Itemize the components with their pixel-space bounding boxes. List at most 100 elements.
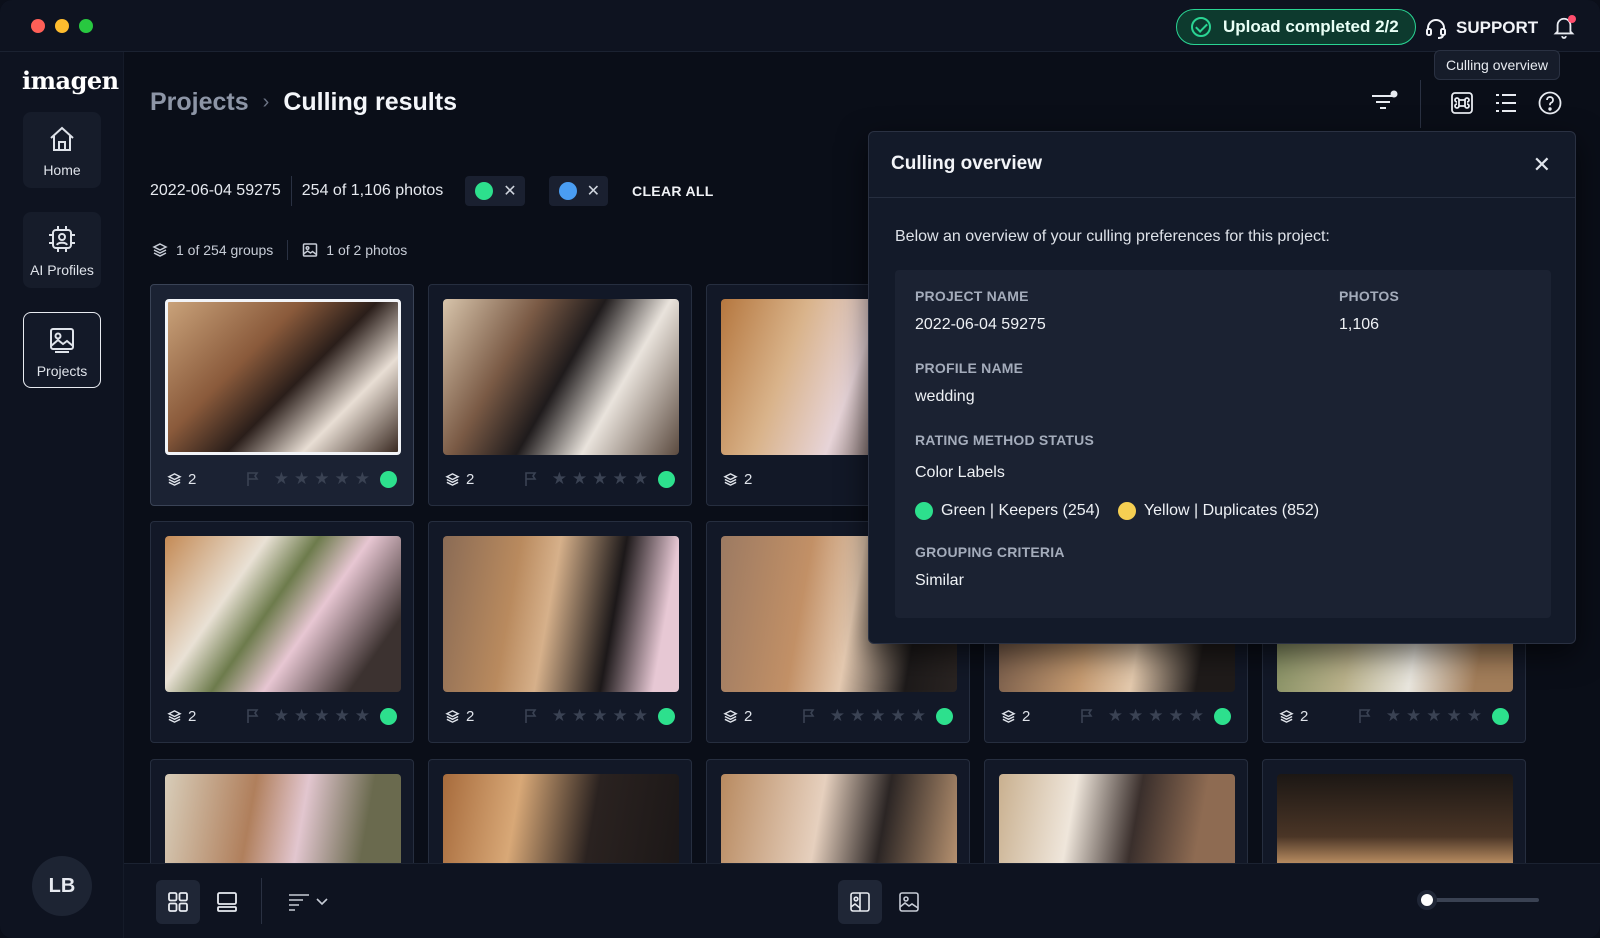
- star-icon[interactable]: ★: [552, 706, 567, 726]
- flag-icon[interactable]: [1079, 708, 1095, 724]
- single-view-icon: [217, 892, 237, 912]
- group-size: 2: [744, 470, 753, 488]
- star-icon[interactable]: ★: [314, 469, 329, 489]
- star-icon[interactable]: ★: [1406, 706, 1421, 726]
- star-icon[interactable]: ★: [830, 706, 845, 726]
- photo-thumbnail[interactable]: [165, 536, 401, 692]
- photo-thumbnail[interactable]: [443, 299, 679, 455]
- photo-card[interactable]: 2 ★ ★ ★ ★ ★: [150, 521, 414, 743]
- yellow-label-dot: [1117, 502, 1136, 520]
- star-icon[interactable]: ★: [891, 706, 906, 726]
- star-icon[interactable]: ★: [592, 706, 607, 726]
- group-size: 2: [744, 707, 753, 725]
- star-icon[interactable]: ★: [1426, 706, 1441, 726]
- card-footer: 2 ★ ★ ★ ★ ★: [723, 704, 953, 728]
- group-size: 2: [466, 470, 475, 488]
- loupe-view-button[interactable]: [205, 880, 249, 924]
- green-label-dot[interactable]: [1492, 707, 1509, 725]
- flag-icon[interactable]: [523, 708, 539, 724]
- star-icon[interactable]: ★: [911, 706, 926, 726]
- flag-icon[interactable]: [801, 708, 817, 724]
- single-photo-button[interactable]: [887, 880, 931, 924]
- star-icon[interactable]: ★: [613, 469, 628, 489]
- flag-icon[interactable]: [245, 708, 261, 724]
- star-icon[interactable]: ★: [294, 706, 309, 726]
- support-button[interactable]: SUPPORT: [1424, 16, 1538, 40]
- list-overview-icon[interactable]: [1494, 92, 1518, 114]
- group-size: 2: [466, 707, 475, 725]
- keyboard-shortcuts-icon[interactable]: [1451, 92, 1473, 114]
- breadcrumb-projects-link[interactable]: Projects: [150, 88, 249, 117]
- remove-filter-icon[interactable]: ✕: [587, 181, 600, 201]
- star-icon[interactable]: ★: [633, 469, 648, 489]
- green-label-dot[interactable]: [936, 707, 953, 725]
- card-footer: 2 ★ ★ ★ ★ ★: [445, 467, 675, 491]
- flag-icon[interactable]: [523, 471, 539, 487]
- star-icon[interactable]: ★: [1108, 706, 1123, 726]
- sort-dropdown[interactable]: [284, 880, 340, 924]
- slider-handle[interactable]: [1417, 890, 1437, 910]
- star-icon[interactable]: ★: [335, 469, 350, 489]
- grid-view-button[interactable]: [156, 880, 200, 924]
- green-label-dot[interactable]: [658, 707, 675, 725]
- clear-all-button[interactable]: CLEAR ALL: [632, 183, 714, 199]
- star-icon[interactable]: ★: [572, 706, 587, 726]
- avatar[interactable]: LB: [32, 856, 92, 916]
- sidebar-item-ai-profiles[interactable]: AI Profiles: [23, 212, 101, 288]
- star-icon[interactable]: ★: [274, 469, 289, 489]
- star-icon[interactable]: ★: [1148, 706, 1163, 726]
- compare-view-button[interactable]: [838, 880, 882, 924]
- thumbnail-size-slider[interactable]: [1427, 898, 1539, 902]
- green-label-dot[interactable]: [658, 470, 675, 488]
- flag-icon[interactable]: [1357, 708, 1373, 724]
- divider: [287, 240, 289, 260]
- star-icon[interactable]: ★: [592, 469, 607, 489]
- star-icon[interactable]: ★: [552, 469, 567, 489]
- chevron-down-icon: [316, 898, 328, 906]
- zoom-window-button[interactable]: [79, 19, 93, 33]
- sidebar-item-projects[interactable]: Projects: [23, 312, 101, 388]
- close-window-button[interactable]: [31, 19, 45, 33]
- stack-icon: [152, 243, 168, 257]
- star-icon[interactable]: ★: [1128, 706, 1143, 726]
- star-icon[interactable]: ★: [850, 706, 865, 726]
- star-icon[interactable]: ★: [1467, 706, 1482, 726]
- star-icon[interactable]: ★: [572, 469, 587, 489]
- star-icon[interactable]: ★: [355, 706, 370, 726]
- star-icon[interactable]: ★: [1447, 706, 1462, 726]
- flag-icon[interactable]: [245, 471, 261, 487]
- photo-thumbnail[interactable]: [443, 536, 679, 692]
- profile-name-value: wedding: [915, 388, 975, 405]
- group-size: 2: [188, 470, 197, 488]
- star-icon[interactable]: ★: [870, 706, 885, 726]
- photo-card[interactable]: 2 ★ ★ ★ ★ ★: [150, 284, 414, 506]
- star-icon[interactable]: ★: [1169, 706, 1184, 726]
- star-icon[interactable]: ★: [355, 469, 370, 489]
- legend-green: Green | Keepers (254): [941, 502, 1100, 519]
- photo-card[interactable]: 2 ★ ★ ★ ★ ★: [428, 521, 692, 743]
- filter-icon[interactable]: [1370, 90, 1398, 114]
- bottom-toolbar: [124, 863, 1600, 938]
- star-icon[interactable]: ★: [633, 706, 648, 726]
- star-icon[interactable]: ★: [314, 706, 329, 726]
- star-icon[interactable]: ★: [613, 706, 628, 726]
- star-icon[interactable]: ★: [1189, 706, 1204, 726]
- sidebar-item-home[interactable]: Home: [23, 112, 101, 188]
- green-label-dot[interactable]: [380, 470, 397, 488]
- upload-status-badge[interactable]: Upload completed 2/2: [1176, 9, 1416, 45]
- star-icon[interactable]: ★: [274, 706, 289, 726]
- photo-card[interactable]: 2 ★ ★ ★ ★ ★: [428, 284, 692, 506]
- green-label-dot[interactable]: [380, 707, 397, 725]
- star-icon[interactable]: ★: [335, 706, 350, 726]
- filter-chip-blue[interactable]: ✕: [548, 176, 609, 206]
- filter-chip-green[interactable]: ✕: [465, 176, 525, 206]
- help-icon[interactable]: [1538, 91, 1562, 115]
- close-icon[interactable]: ✕: [1533, 152, 1551, 178]
- remove-filter-icon[interactable]: ✕: [503, 181, 516, 201]
- star-icon[interactable]: ★: [294, 469, 309, 489]
- green-label-dot[interactable]: [1214, 707, 1231, 725]
- star-icon[interactable]: ★: [1386, 706, 1401, 726]
- photo-thumbnail[interactable]: [165, 299, 401, 455]
- minimize-window-button[interactable]: [55, 19, 69, 33]
- upload-status-text: Upload completed 2/2: [1223, 17, 1399, 36]
